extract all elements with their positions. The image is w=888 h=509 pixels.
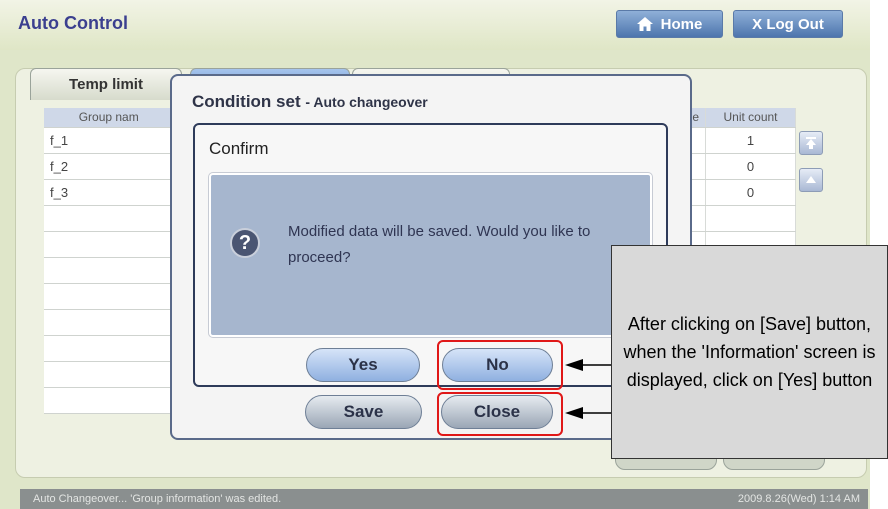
- arrow-head-close: [565, 407, 583, 419]
- instruction-callout: After clicking on [Save] button, when th…: [611, 245, 888, 459]
- callout-text: After clicking on [Save] button, when th…: [623, 314, 876, 390]
- arrow-head-no: [565, 359, 583, 371]
